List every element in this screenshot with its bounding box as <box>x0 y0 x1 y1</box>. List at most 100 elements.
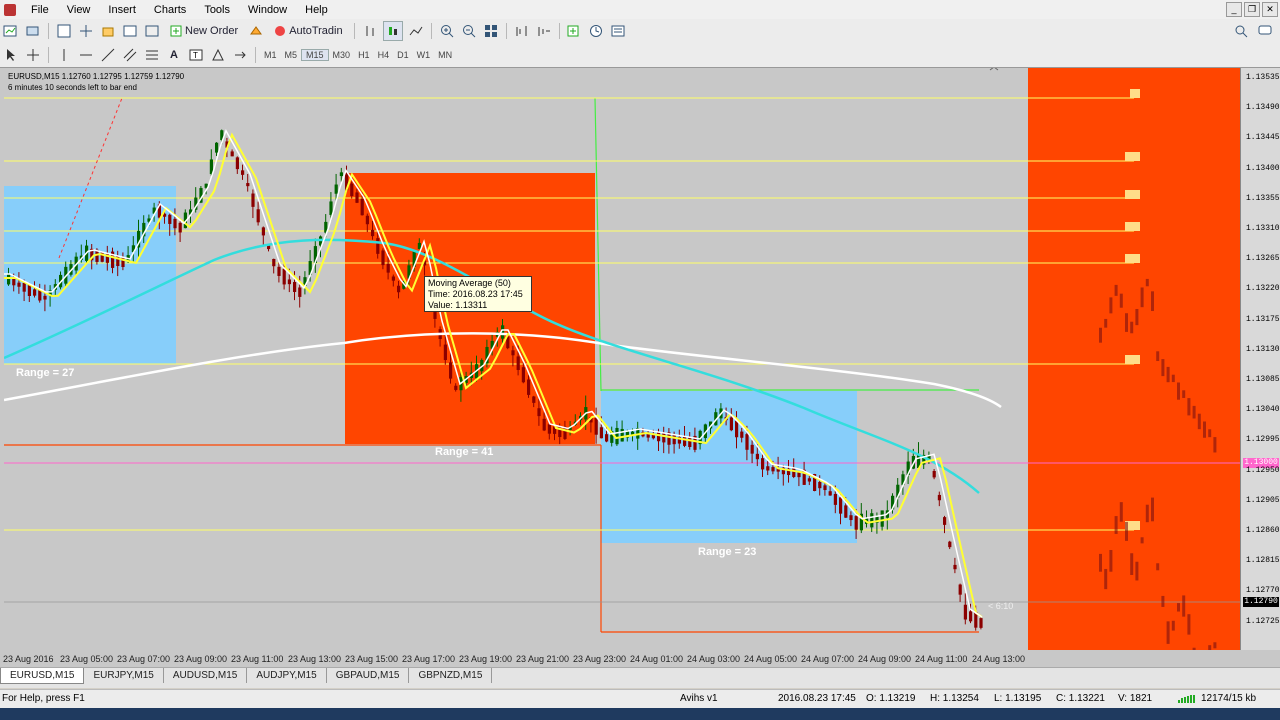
menu-insert[interactable]: Insert <box>99 4 145 16</box>
horizontal-line-icon[interactable] <box>77 46 95 64</box>
arrows-icon[interactable] <box>231 46 249 64</box>
timeframe-h1[interactable]: H1 <box>354 50 374 60</box>
candle-body <box>735 420 739 438</box>
chart-window[interactable]: EURUSD,M15 1.12760 1.12795 1.12759 1.127… <box>0 67 1280 668</box>
menu-help[interactable]: Help <box>296 4 337 16</box>
candle-body <box>818 482 822 489</box>
price-tick-label: 1.13535 <box>1246 73 1280 82</box>
price-tick-label: 1.12815 <box>1246 556 1280 566</box>
chart-shift-icon[interactable] <box>513 22 531 40</box>
candle-body <box>532 396 536 403</box>
candle-body <box>298 287 302 297</box>
templates-icon[interactable] <box>610 22 628 40</box>
candlestick-icon[interactable] <box>382 21 403 41</box>
timeframe-mn[interactable]: MN <box>434 50 456 60</box>
time-tick-label: 23 Aug 05:00 <box>60 654 114 664</box>
toolbar-separator <box>558 23 560 39</box>
data-window-icon[interactable] <box>77 22 95 40</box>
chart-area[interactable]: EURUSD,M15 1.12760 1.12795 1.12759 1.127… <box>4 68 1240 650</box>
timeframe-m5[interactable]: M5 <box>281 50 302 60</box>
minimize-icon[interactable]: _ <box>1226 2 1242 17</box>
tile-windows-icon[interactable] <box>482 22 500 40</box>
candle-body <box>1114 284 1118 296</box>
tab-audusd[interactable]: AUDUSD,M15 <box>164 668 248 683</box>
tab-audjpy[interactable]: AUDJPY,M15 <box>247 668 327 683</box>
restore-icon[interactable]: ❐ <box>1244 2 1260 17</box>
tab-eurusd[interactable]: EURUSD,M15 <box>0 668 85 684</box>
tab-eurjpy[interactable]: EURJPY,M15 <box>84 668 164 683</box>
candle-body <box>272 258 276 267</box>
search-icon[interactable] <box>1232 22 1250 40</box>
tab-gbpnzd[interactable]: GBPNZD,M15 <box>409 668 493 683</box>
close-icon[interactable]: ✕ <box>1262 2 1278 17</box>
new-order-button[interactable]: New Order <box>165 21 243 41</box>
candle-body <box>355 192 359 203</box>
channel-icon[interactable] <box>121 46 139 64</box>
shapes-icon[interactable] <box>209 46 227 64</box>
timeframe-m1[interactable]: M1 <box>260 50 281 60</box>
candle-body <box>1166 366 1170 383</box>
candle-body <box>1140 287 1144 308</box>
time-tick-label: 23 Aug 15:00 <box>345 654 399 664</box>
candle-body <box>1203 421 1206 438</box>
candle-body <box>1145 504 1149 523</box>
toolbar-separator <box>48 47 49 63</box>
price-tick-label: 1.13175 <box>1246 314 1280 324</box>
market-watch-icon[interactable] <box>55 22 73 40</box>
candle-body <box>443 344 447 361</box>
price-chart[interactable] <box>4 68 1240 650</box>
menu-tools[interactable]: Tools <box>195 4 239 16</box>
timeframe-m15[interactable]: M15 <box>301 49 329 61</box>
price-tick-label: 1.12950 <box>1246 465 1280 475</box>
chat-icon[interactable] <box>1256 22 1274 40</box>
price-tick-label: 1.13355 <box>1246 193 1280 203</box>
auto-scroll-icon[interactable] <box>535 22 553 40</box>
candle-body <box>287 279 291 285</box>
fibonacci-icon[interactable] <box>143 46 161 64</box>
countdown-label: < 6:10 <box>988 601 1014 611</box>
crosshair-icon[interactable] <box>24 46 42 64</box>
toolbar-separator <box>255 47 256 63</box>
profiles-icon[interactable] <box>24 22 42 40</box>
status-volume: V: 1821 <box>1118 693 1153 704</box>
candle-body <box>870 513 874 528</box>
tester-icon[interactable] <box>143 22 161 40</box>
timeframe-d1[interactable]: D1 <box>393 50 413 60</box>
zoom-in-icon[interactable] <box>438 22 456 40</box>
trendline-icon[interactable] <box>99 46 117 64</box>
status-bar: For Help, press F1 Avihs v1 2016.08.23 1… <box>0 689 1280 708</box>
zoom-out-icon[interactable] <box>460 22 478 40</box>
menu-window[interactable]: Window <box>239 4 296 16</box>
cursor-icon[interactable] <box>2 46 20 64</box>
terminal-icon[interactable] <box>121 22 139 40</box>
menu-charts[interactable]: Charts <box>145 4 195 16</box>
timeframe-h4[interactable]: H4 <box>374 50 394 60</box>
range-label-late: Range = 23 <box>698 546 757 558</box>
bar-chart-icon[interactable] <box>361 22 379 40</box>
new-chart-icon[interactable] <box>2 22 20 40</box>
periods-icon[interactable] <box>588 22 606 40</box>
menu-file[interactable]: File <box>22 4 58 16</box>
indicators-icon[interactable] <box>566 22 584 40</box>
text-label-icon[interactable]: T <box>187 46 205 64</box>
tab-gbpaud[interactable]: GBPAUD,M15 <box>327 668 410 683</box>
candle-body <box>1109 297 1113 314</box>
timeframe-m30[interactable]: M30 <box>329 50 355 60</box>
vertical-line-icon[interactable] <box>55 46 73 64</box>
candle-body <box>750 444 754 454</box>
price-tick-label: 1.13490 <box>1246 103 1280 113</box>
candle-body <box>1130 321 1134 334</box>
line-chart-icon[interactable] <box>407 22 425 40</box>
chart-shift-marker <box>989 68 999 71</box>
metaeditor-icon[interactable] <box>247 22 265 40</box>
status-help: For Help, press F1 <box>2 693 85 704</box>
navigator-icon[interactable] <box>99 22 117 40</box>
time-tick-label: 24 Aug 03:00 <box>687 654 741 664</box>
candle-body <box>527 379 531 395</box>
timeframe-w1[interactable]: W1 <box>413 50 435 60</box>
text-tool-icon[interactable]: A <box>165 46 183 64</box>
menu-view[interactable]: View <box>58 4 100 16</box>
autotrading-button[interactable]: AutoTradin <box>269 21 347 41</box>
tooltip-value: Value: 1.13311 <box>428 300 488 310</box>
price-axis[interactable]: 1.13000 1.12790 1.13535 1.13490 1.13445 1.1… <box>1240 68 1280 650</box>
